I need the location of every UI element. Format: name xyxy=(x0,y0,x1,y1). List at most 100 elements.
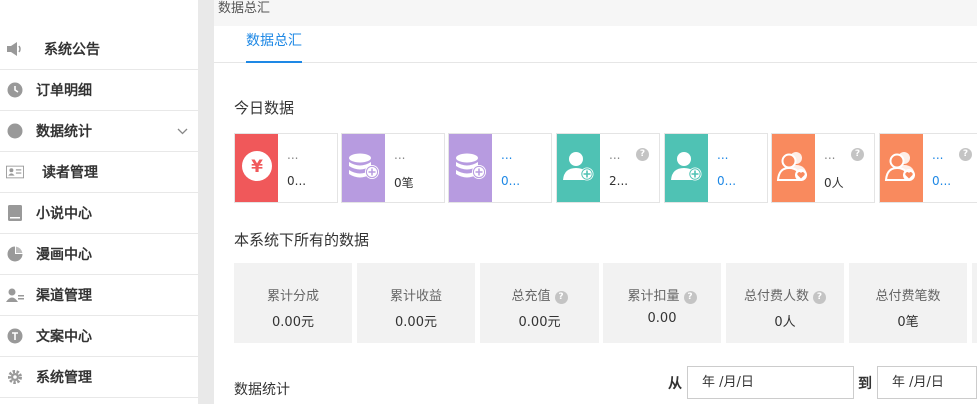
card-title: ... xyxy=(717,148,729,162)
sidebar-item-copywriting[interactable]: 文案中心 xyxy=(0,316,198,357)
card-value: 2... xyxy=(609,174,629,188)
summary-boxes: 累计分成 0.00元 累计收益 0.00元 总充值? 0.00元 累计扣量? 0… xyxy=(234,263,977,343)
summary-item: 累计分成 0.00元 xyxy=(234,263,352,343)
card-swatch xyxy=(772,134,815,202)
main-panel: 数据总汇 今日数据 ¥ ... 0... ... 0笔 ... 0... ...… xyxy=(214,26,977,404)
summary-value: 0.00 xyxy=(647,311,677,326)
sidebar: 系统公告 订单明细 数据统计 读者管理 小说中心 漫画中心 渠道管理 文案中心 … xyxy=(0,0,198,404)
sidebar-gutter xyxy=(198,0,214,404)
summary-item: 累计扣量? 0.00 xyxy=(603,263,721,343)
summary-label: 累计收益 xyxy=(389,289,442,304)
id-card-icon xyxy=(6,163,24,181)
card-title: ... xyxy=(394,148,406,162)
today-card: ... 0... xyxy=(664,133,768,203)
summary-label: 累计分成 xyxy=(266,289,319,304)
summary-label: 总付费笔数 xyxy=(875,289,941,304)
card-value: 0... xyxy=(287,174,307,188)
summary-item: 总充值? 0.00元 xyxy=(480,263,599,343)
tab-data-summary[interactable]: 数据总汇 xyxy=(246,26,302,63)
sidebar-item-readers[interactable]: 读者管理 xyxy=(0,152,198,193)
today-card: ... 0... xyxy=(448,133,552,203)
sidebar-item-comics[interactable]: 漫画中心 xyxy=(0,234,198,275)
sidebar-item-label: 数据统计 xyxy=(36,124,92,140)
gear-icon xyxy=(6,368,24,386)
card-value[interactable]: 0... xyxy=(932,174,951,188)
summary-value: 0笔 xyxy=(897,315,919,330)
summary-value: 0.00元 xyxy=(518,315,561,330)
summary-item: 总付费笔数 0笔 xyxy=(849,263,967,343)
pie-chart-icon xyxy=(6,122,24,140)
users-heart-icon xyxy=(776,150,812,186)
user-add-icon xyxy=(670,150,704,186)
text-icon xyxy=(6,327,24,345)
summary-label: 总付费人数? xyxy=(726,285,844,304)
today-title: 今日数据 xyxy=(234,99,295,117)
card-swatch xyxy=(342,134,385,202)
sidebar-item-label: 读者管理 xyxy=(42,165,98,181)
card-title: ... xyxy=(609,148,621,162)
sidebar-item-system[interactable]: 系统管理 xyxy=(0,357,198,398)
chevron-down-icon[interactable] xyxy=(177,125,188,138)
summary-value: 0.00元 xyxy=(395,315,437,330)
help-icon[interactable]: ? xyxy=(554,291,568,304)
users-heart-icon xyxy=(884,150,920,186)
card-title: ... xyxy=(824,148,836,162)
today-card: ... 0笔 xyxy=(341,133,445,203)
summary-label: 总充值? xyxy=(480,285,599,304)
from-label: 从 xyxy=(668,376,682,392)
summary-value: 0人 xyxy=(774,315,796,330)
today-card: ... 0... ? xyxy=(879,133,977,203)
sidebar-item-announcement[interactable]: 系统公告 xyxy=(0,0,198,70)
card-value: 0笔 xyxy=(394,176,414,190)
summary-label: 累计扣量? xyxy=(603,285,721,304)
breadcrumb: 数据总汇 xyxy=(218,1,271,16)
card-value: 0人 xyxy=(824,176,844,190)
to-date-input[interactable]: 年 /月/日 xyxy=(877,366,977,399)
sidebar-item-novels[interactable]: 小说中心 xyxy=(0,193,198,234)
sidebar-item-channels[interactable]: 渠道管理 xyxy=(0,275,198,316)
card-value[interactable]: 0... xyxy=(501,174,520,188)
card-swatch: ¥ xyxy=(235,134,278,202)
help-icon[interactable]: ? xyxy=(683,291,697,304)
card-swatch xyxy=(880,134,923,202)
card-swatch xyxy=(557,134,600,202)
sidebar-item-label: 渠道管理 xyxy=(36,288,92,304)
help-icon[interactable]: ? xyxy=(636,148,649,161)
help-icon[interactable]: ? xyxy=(851,148,864,161)
sidebar-item-label: 系统公告 xyxy=(44,42,100,58)
user-add-icon xyxy=(562,150,596,186)
yen-icon: ¥ xyxy=(241,150,273,186)
card-title: ... xyxy=(932,148,944,162)
sidebar-item-label: 订单明细 xyxy=(36,83,92,99)
card-swatch xyxy=(449,134,492,202)
card-title: ... xyxy=(501,148,513,162)
card-title: ... xyxy=(287,148,299,162)
summary-item: 累计收益 0.00元 xyxy=(357,263,475,343)
coins-plus-icon xyxy=(346,150,382,186)
user-manage-icon xyxy=(6,286,24,304)
today-card: ... 0人 ? xyxy=(771,133,875,203)
help-icon[interactable]: ? xyxy=(813,291,826,304)
sidebar-item-label: 小说中心 xyxy=(36,206,92,222)
card-value[interactable]: 0... xyxy=(717,174,736,188)
sidebar-item-orders[interactable]: 订单明细 xyxy=(0,70,198,111)
sidebar-item-statistics[interactable]: 数据统计 xyxy=(0,111,198,152)
today-card: ¥ ... 0... xyxy=(234,133,338,203)
today-card: ... 2... ? xyxy=(556,133,660,203)
today-cards: ¥ ... 0... ... 0笔 ... 0... ... 2... ? ..… xyxy=(234,133,977,203)
speaker-icon xyxy=(6,40,24,58)
card-swatch xyxy=(665,134,708,202)
sidebar-item-label: 漫画中心 xyxy=(36,247,92,263)
sidebar-item-label: 文案中心 xyxy=(36,329,92,345)
sidebar-item-label: 系统管理 xyxy=(36,370,92,386)
help-icon[interactable]: ? xyxy=(959,148,972,161)
summary-value: 0.00元 xyxy=(272,315,314,330)
summary-item-partial xyxy=(972,263,977,343)
book-icon xyxy=(6,204,24,222)
summary-title: 本系统下所有的数据 xyxy=(234,231,370,249)
breadcrumb-bar: 数据总汇 xyxy=(214,0,977,26)
tab-bar: 数据总汇 xyxy=(214,26,977,63)
to-label: 到 xyxy=(858,376,872,392)
from-date-input[interactable]: 年 /月/日 xyxy=(687,366,854,399)
coins-plus-icon xyxy=(453,150,489,186)
